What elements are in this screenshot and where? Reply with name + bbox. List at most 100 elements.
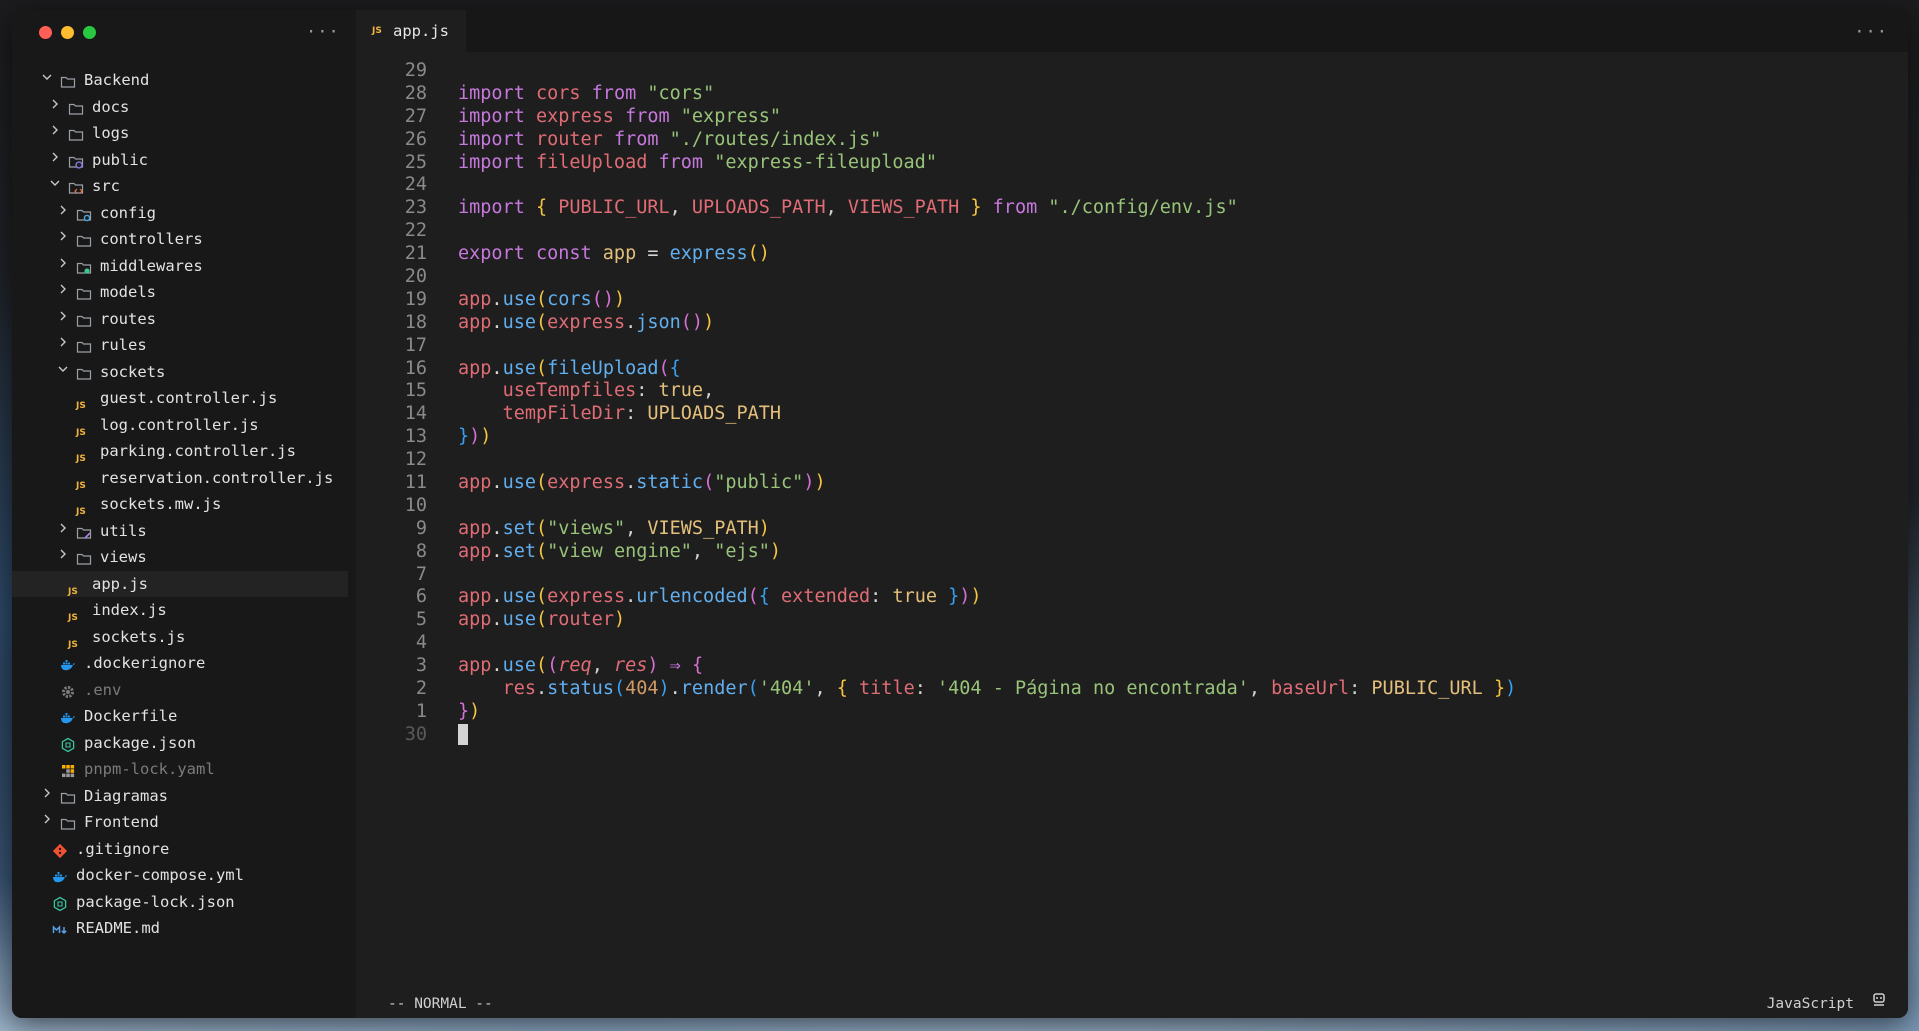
folder-item[interactable]: middlewares: [12, 253, 356, 280]
code-line[interactable]: 4: [356, 632, 1908, 655]
code-line[interactable]: 20: [356, 266, 1908, 289]
folder-item[interactable]: src: [12, 173, 356, 200]
file-item[interactable]: JS parking.controller.js: [12, 438, 356, 465]
code-line[interactable]: 14 tempFileDir: UPLOADS_PATH: [356, 403, 1908, 426]
folder-item[interactable]: utils: [12, 518, 356, 545]
chevron-right-icon[interactable]: [48, 120, 62, 147]
code-line[interactable]: 2 res.status(404).render('404', { title:…: [356, 678, 1908, 701]
editor-menu-button[interactable]: ···: [1854, 22, 1888, 42]
code-line[interactable]: 25 import fileUpload from "express-fileup…: [356, 152, 1908, 175]
code-line[interactable]: 17: [356, 335, 1908, 358]
code-text: app.use(router): [458, 609, 625, 632]
tab-app-js[interactable]: JS app.js: [356, 10, 466, 52]
code-line[interactable]: 26 import router from "./routes/index.js": [356, 129, 1908, 152]
code-area[interactable]: 29 28 import cors from "cors" 27 import expr…: [356, 60, 1908, 747]
file-item[interactable]: README.md: [12, 915, 356, 942]
chevron-down-icon[interactable]: [40, 67, 54, 94]
file-item[interactable]: JS sockets.mw.js: [12, 491, 356, 518]
file-item[interactable]: JS log.controller.js: [12, 412, 356, 439]
code-token: app: [458, 288, 492, 310]
close-window-button[interactable]: [39, 26, 52, 39]
chevron-right-icon[interactable]: [56, 544, 70, 571]
chevron-right-icon[interactable]: [56, 332, 70, 359]
code-line[interactable]: 24: [356, 174, 1908, 197]
file-item[interactable]: package.json: [12, 730, 356, 757]
folder-item[interactable]: controllers: [12, 226, 356, 253]
chevron-right-icon[interactable]: [56, 226, 70, 253]
line-number: 30: [404, 723, 427, 745]
chevron-right-icon[interactable]: [40, 783, 54, 810]
maximize-window-button[interactable]: [83, 26, 96, 39]
folder-item[interactable]: public: [12, 147, 356, 174]
folder-item[interactable]: views: [12, 544, 356, 571]
file-item[interactable]: JS index.js: [12, 597, 356, 624]
chevron-right-icon[interactable]: [56, 306, 70, 333]
language-indicator[interactable]: JavaScript: [1767, 990, 1854, 1018]
file-item[interactable]: .dockerignore: [12, 650, 356, 677]
chevron-right-icon[interactable]: [56, 253, 70, 280]
folder-item[interactable]: routes: [12, 306, 356, 333]
chevron-right-icon[interactable]: [40, 809, 54, 836]
code-token: :: [914, 678, 938, 700]
folder-item[interactable]: docs: [12, 94, 356, 121]
line-number: 22: [404, 220, 427, 242]
folder-item[interactable]: sockets: [12, 359, 356, 386]
code-line[interactable]: 30: [356, 724, 1908, 747]
code-token: ⇒: [658, 655, 692, 677]
chevron-right-icon[interactable]: [56, 518, 70, 545]
minimize-window-button[interactable]: [61, 26, 74, 39]
code-line[interactable]: 21 export const app = express(): [356, 243, 1908, 266]
code-line[interactable]: 23 import { PUBLIC_URL, UPLOADS_PATH, VIE…: [356, 197, 1908, 220]
file-item[interactable]: JS app.js: [12, 570, 348, 597]
folder-icon: [76, 364, 92, 380]
chevron-right-icon[interactable]: [56, 200, 70, 227]
folder-item[interactable]: Frontend: [12, 809, 356, 836]
file-item[interactable]: Dockerfile: [12, 703, 356, 730]
code-line[interactable]: 13})): [356, 426, 1908, 449]
code-line[interactable]: 16 app.use(fileUpload({: [356, 358, 1908, 381]
explorer-menu-button[interactable]: ···: [306, 22, 340, 42]
code-line[interactable]: 28 import cors from "cors": [356, 83, 1908, 106]
code-line[interactable]: 11 app.use(express.static("public")): [356, 472, 1908, 495]
code-token: .: [491, 517, 503, 539]
tree-item-label: .gitignore: [76, 839, 170, 858]
chevron-down-icon[interactable]: [56, 359, 70, 386]
code-token: "./routes/index.js": [669, 128, 882, 150]
chevron-right-icon[interactable]: [48, 94, 62, 121]
file-item[interactable]: .gitignore: [12, 836, 356, 863]
file-item[interactable]: package-lock.json: [12, 889, 356, 916]
code-line[interactable]: 6 app.use(express.urlencoded({ extended: …: [356, 586, 1908, 609]
folder-item[interactable]: models: [12, 279, 356, 306]
code-line[interactable]: 9 app.set("views", VIEWS_PATH): [356, 518, 1908, 541]
code-line[interactable]: 7: [356, 564, 1908, 587]
code-line[interactable]: 19 app.use(cors()): [356, 289, 1908, 312]
code-token: .: [491, 288, 503, 310]
code-line[interactable]: 1}): [356, 701, 1908, 724]
code-token: status: [547, 678, 614, 700]
file-item[interactable]: docker-compose.yml: [12, 862, 356, 889]
file-item[interactable]: JS sockets.js: [12, 624, 356, 651]
code-line[interactable]: 18 app.use(express.json()): [356, 312, 1908, 335]
file-item[interactable]: JS guest.controller.js: [12, 385, 356, 412]
file-item[interactable]: .env: [12, 677, 356, 704]
folder-item[interactable]: Backend: [12, 67, 356, 94]
folder-item[interactable]: config: [12, 200, 356, 227]
code-line[interactable]: 8 app.set("view engine", "ejs"): [356, 541, 1908, 564]
code-token: "view engine": [547, 540, 692, 562]
folder-item[interactable]: Diagramas: [12, 783, 356, 810]
file-item[interactable]: pnpm-lock.yaml: [12, 756, 356, 783]
chevron-down-icon[interactable]: [48, 173, 62, 200]
code-line[interactable]: 10: [356, 495, 1908, 518]
code-line[interactable]: 3 app.use((req, res) ⇒ {: [356, 655, 1908, 678]
code-line[interactable]: 15 useTempfiles: true,: [356, 380, 1908, 403]
code-line[interactable]: 12: [356, 449, 1908, 472]
code-line[interactable]: 29: [356, 60, 1908, 83]
chevron-right-icon[interactable]: [56, 279, 70, 306]
file-item[interactable]: JS reservation.controller.js: [12, 465, 356, 492]
code-line[interactable]: 5 app.use(router): [356, 609, 1908, 632]
folder-item[interactable]: rules: [12, 332, 356, 359]
folder-item[interactable]: logs: [12, 120, 356, 147]
code-line[interactable]: 22: [356, 220, 1908, 243]
chevron-right-icon[interactable]: [48, 147, 62, 174]
code-line[interactable]: 27 import express from "express": [356, 106, 1908, 129]
